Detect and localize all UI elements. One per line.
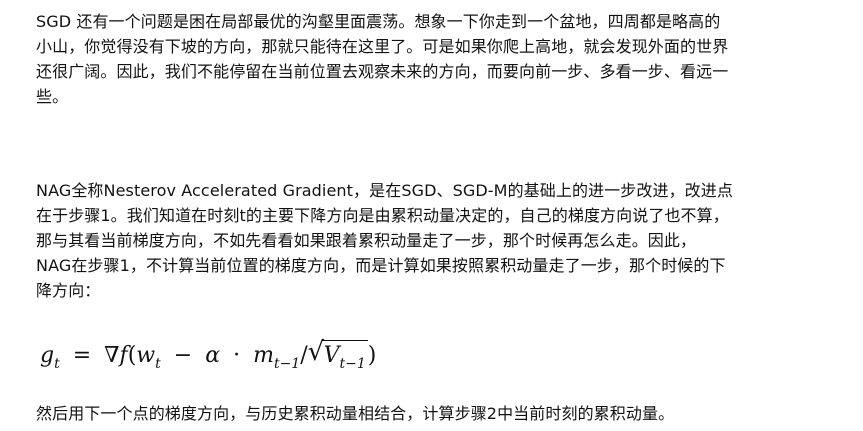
text-line: NAG在步骤1，不计算当前位置的梯度方向，而是计算如果按照累积动量走了一步，那个…: [36, 256, 726, 275]
formula-m: m: [253, 343, 274, 368]
text-line: 还很广阔。因此，我们不能停留在当前位置去观察未来的方向，而要向前一步、多看一步、…: [36, 62, 729, 81]
text-line: SGD 还有一个问题是困在局部最优的沟壑里面震荡。想象一下你走到一个盆地，四周都…: [36, 12, 721, 31]
paragraph-local-optimum: SGD 还有一个问题是困在局部最优的沟壑里面震荡。想象一下你走到一个盆地，四周都…: [36, 9, 728, 109]
formula-dot: ·: [233, 343, 241, 368]
formula-w-subscript: t: [155, 356, 161, 372]
text-line: NAG全称Nesterov Accelerated Gradient，是在SGD…: [36, 181, 733, 200]
formula-equals: =: [72, 343, 92, 368]
text-line: 那与其看当前梯度方向，不如先看看如果跟着累积动量走了一步，那个时候再怎么走。因此…: [36, 231, 697, 250]
text-line: 小山，你觉得没有下坡的方向，那就只能待在这里了。可是如果你爬上高地，就会发现外面…: [36, 37, 729, 56]
formula-radicand: Vt−1: [321, 340, 368, 373]
gradient-formula: gt = ∇f(wt − α · mt−1/√ Vt−1): [40, 336, 376, 376]
formula-radical-sign: √: [307, 337, 325, 367]
formula-w: w: [136, 343, 156, 368]
formula-V: V: [323, 343, 340, 368]
formula-open-paren: (: [127, 343, 137, 368]
formula-slash: /: [300, 343, 308, 368]
paragraph-step2: 然后用下一个点的梯度方向，与历史累积动量相结合，计算步骤2中当前时刻的累积动量。: [36, 401, 674, 426]
text-line: 些。: [36, 87, 69, 106]
formula-g-subscript: t: [54, 356, 60, 372]
formula-nabla-f: ∇f: [104, 343, 128, 368]
formula-g: g: [40, 343, 55, 368]
paragraph-nag-intro: NAG全称Nesterov Accelerated Gradient，是在SGD…: [36, 178, 733, 303]
text-line: 然后用下一个点的梯度方向，与历史累积动量相结合，计算步骤2中当前时刻的累积动量。: [36, 404, 675, 423]
formula-sqrt: √ Vt−1: [308, 336, 368, 376]
formula-V-subscript: t−1: [339, 356, 366, 372]
text-line: 在于步骤1。我们知道在时刻t的主要下降方向是由累积动量决定的，自己的梯度方向说了…: [36, 206, 729, 225]
text-line: 降方向：: [36, 281, 101, 300]
formula-minus: −: [173, 343, 193, 368]
formula-alpha: α: [205, 343, 221, 368]
formula-close-paren: ): [367, 343, 377, 368]
formula-m-subscript: t−1: [273, 356, 301, 372]
